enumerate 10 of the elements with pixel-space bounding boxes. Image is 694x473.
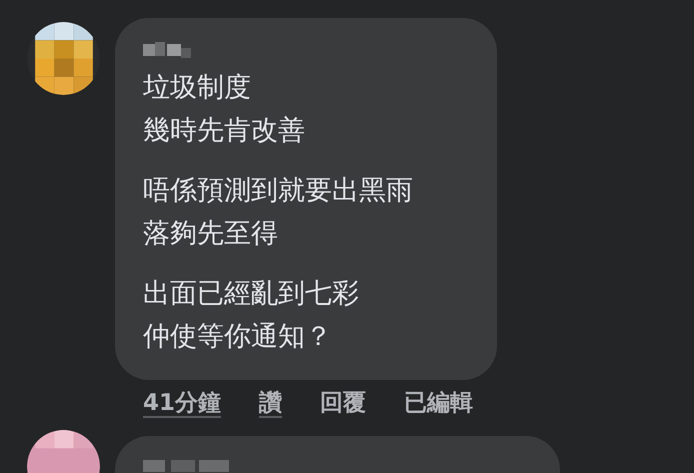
comment-text: 出面已經亂到七彩 (143, 277, 359, 311)
action-link[interactable]: 41分鐘 (143, 386, 222, 426)
action-link[interactable]: 讚 (259, 386, 282, 426)
comment-text: 幾時先肯改善 (143, 114, 305, 148)
action-link[interactable]: 已編輯 (404, 386, 474, 426)
comment-text: 落夠先至得 (143, 217, 278, 251)
comment-text: 垃圾制度 (143, 71, 251, 105)
comment-text: 仲使等你通知？ (143, 320, 332, 354)
comment-text: 唔係預測到就要出黑雨 (143, 174, 413, 208)
action-link[interactable]: 回覆 (320, 386, 366, 426)
